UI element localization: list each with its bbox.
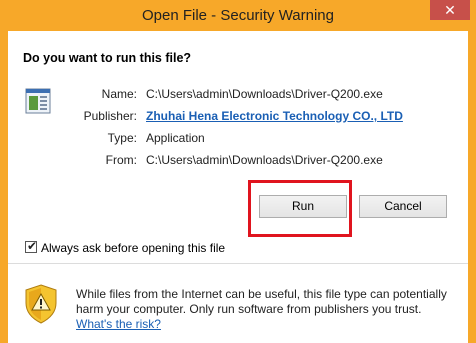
- name-row: Name: C:\Users\admin\Downloads\Driver-Q2…: [8, 87, 468, 105]
- security-shield-icon: [25, 284, 57, 324]
- name-value: C:\Users\admin\Downloads\Driver-Q200.exe: [146, 87, 383, 101]
- always-ask-checkbox[interactable]: ✔: [25, 239, 38, 253]
- dialog-body: Do you want to run this file? Name: C:\U…: [8, 31, 468, 343]
- name-label: Name:: [101, 87, 137, 101]
- close-button[interactable]: ✕: [430, 0, 470, 20]
- type-value: Application: [146, 131, 205, 145]
- publisher-label: Publisher:: [83, 109, 137, 123]
- question-heading: Do you want to run this file?: [23, 51, 192, 65]
- window-title: Open File - Security Warning: [141, 7, 334, 24]
- always-ask-label[interactable]: Always ask before opening this file: [41, 241, 225, 255]
- publisher-row: Publisher: Zhuhai Hena Electronic Techno…: [8, 109, 468, 127]
- type-row: Type: Application: [8, 131, 468, 149]
- run-button[interactable]: Run: [259, 195, 347, 218]
- from-row: From: C:\Users\admin\Downloads\Driver-Q2…: [8, 153, 468, 171]
- from-label: From:: [105, 153, 137, 167]
- warning-text: While files from the Internet can be use…: [76, 287, 447, 316]
- type-label: Type:: [107, 131, 137, 145]
- security-warning-dialog: Open File - Security Warning ✕ Do you wa…: [0, 0, 476, 343]
- whats-the-risk-link[interactable]: What's the risk?: [76, 317, 161, 331]
- title-bar[interactable]: Open File - Security Warning ✕: [0, 0, 476, 31]
- cancel-button[interactable]: Cancel: [359, 195, 447, 218]
- publisher-link[interactable]: Zhuhai Hena Electronic Technology CO., L…: [146, 109, 403, 123]
- checkmark-icon: ✔: [27, 239, 38, 253]
- warning-message: While files from the Internet can be use…: [76, 287, 461, 332]
- divider: [8, 263, 468, 264]
- from-value: C:\Users\admin\Downloads\Driver-Q200.exe: [146, 153, 383, 167]
- close-icon: ✕: [444, 2, 456, 18]
